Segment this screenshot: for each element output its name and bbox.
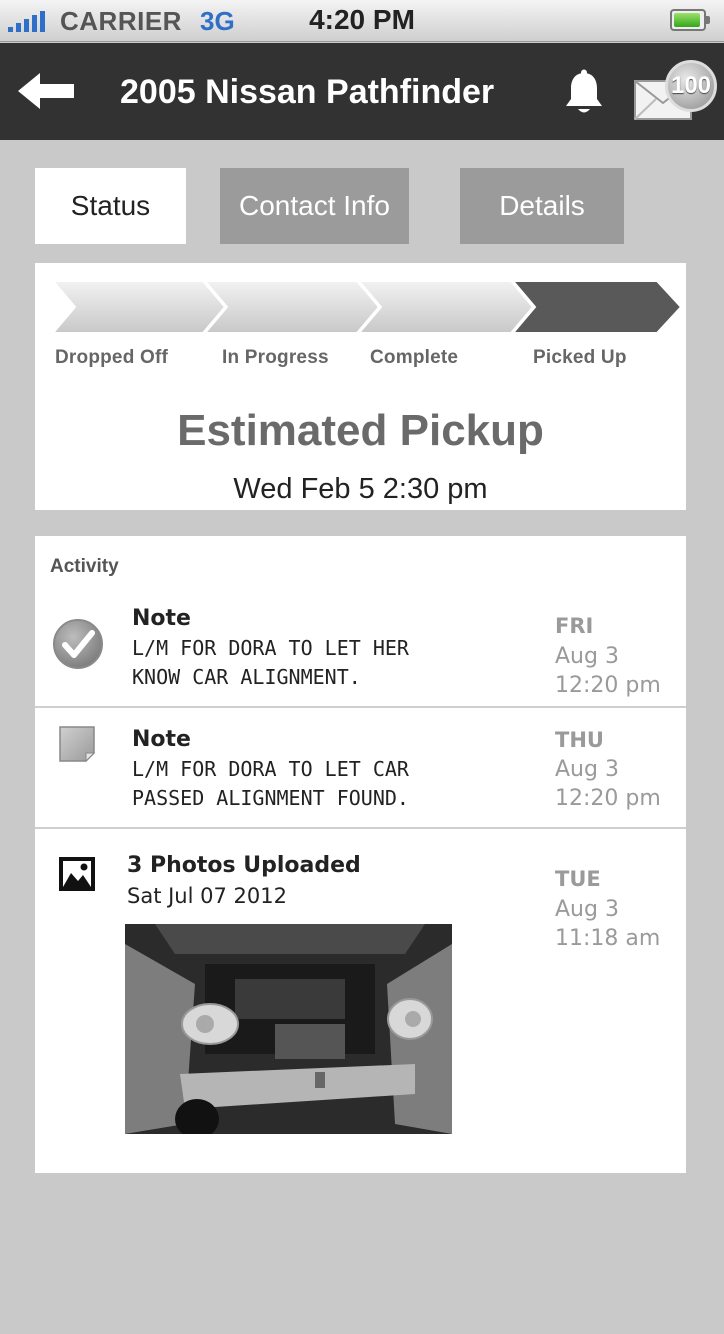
tab-status[interactable]: Status: [35, 168, 186, 244]
activity-time: 11:18 am: [555, 926, 661, 951]
step-picked-up: [511, 281, 683, 333]
activity-date: Aug 3: [555, 644, 619, 669]
mail-badge: 100: [665, 60, 717, 112]
tab-contact-info[interactable]: Contact Info: [220, 168, 409, 244]
note-icon: [59, 726, 96, 763]
activity-card: Activity Note L/M FOR DORA TO LET HER KN…: [35, 536, 686, 1173]
activity-time: 12:20 pm: [555, 673, 661, 698]
activity-text-line: KNOW CAR ALIGNMENT.: [132, 665, 361, 689]
checkmark-circle-icon: [53, 619, 103, 669]
list-item[interactable]: Note L/M FOR DORA TO LET HER KNOW CAR AL…: [35, 591, 686, 708]
status-time: 4:20 PM: [309, 4, 415, 35]
back-arrow-icon[interactable]: [16, 71, 76, 111]
activity-text-line: L/M FOR DORA TO LET HER: [132, 636, 409, 660]
activity-title: Note: [132, 606, 191, 631]
step-complete: [357, 281, 535, 333]
activity-date: Aug 3: [555, 757, 619, 782]
status-card: Dropped Off In Progress Complete Picked …: [35, 263, 686, 510]
step-label-in-progress: In Progress: [222, 347, 329, 368]
step-label-dropped-off: Dropped Off: [55, 347, 169, 368]
activity-time: 12:20 pm: [555, 786, 661, 811]
bell-icon[interactable]: [562, 69, 606, 117]
activity-date: Aug 3: [555, 897, 619, 922]
activity-day: FRI: [555, 614, 594, 638]
photo-icon: [59, 857, 95, 891]
activity-title: 3 Photos Uploaded: [127, 853, 361, 878]
step-label-complete: Complete: [370, 347, 459, 368]
step-in-progress: [203, 281, 381, 333]
activity-title: Note: [132, 727, 191, 752]
estimated-pickup-time: Wed Feb 5 2:30 pm: [233, 473, 488, 505]
page-title: 2005 Nissan Pathfinder: [120, 73, 495, 111]
tab-details[interactable]: Details: [460, 168, 624, 244]
step-dropped-off: [53, 281, 227, 333]
activity-day: THU: [555, 728, 604, 752]
activity-heading: Activity: [50, 556, 119, 577]
nav-bar: 2005 Nissan Pathfinder 100: [0, 43, 724, 140]
progress-stepper: [53, 281, 683, 333]
estimated-pickup-title: Estimated Pickup: [177, 406, 544, 455]
activity-text-line: L/M FOR DORA TO LET CAR: [132, 757, 409, 781]
uploaded-photo-thumbnail[interactable]: [125, 924, 452, 1134]
activity-subtitle: Sat Jul 07 2012: [127, 884, 287, 908]
list-item[interactable]: 3 Photos Uploaded Sat Jul 07 2012 TUE Au…: [35, 830, 686, 1173]
battery-icon: [670, 9, 710, 31]
activity-day: TUE: [555, 867, 601, 891]
step-label-picked-up: Picked Up: [533, 347, 627, 368]
activity-text-line: PASSED ALIGNMENT FOUND.: [132, 786, 409, 810]
status-bar: CARRIER 3G 4:20 PM: [0, 0, 724, 42]
list-item[interactable]: Note L/M FOR DORA TO LET CAR PASSED ALIG…: [35, 709, 686, 829]
